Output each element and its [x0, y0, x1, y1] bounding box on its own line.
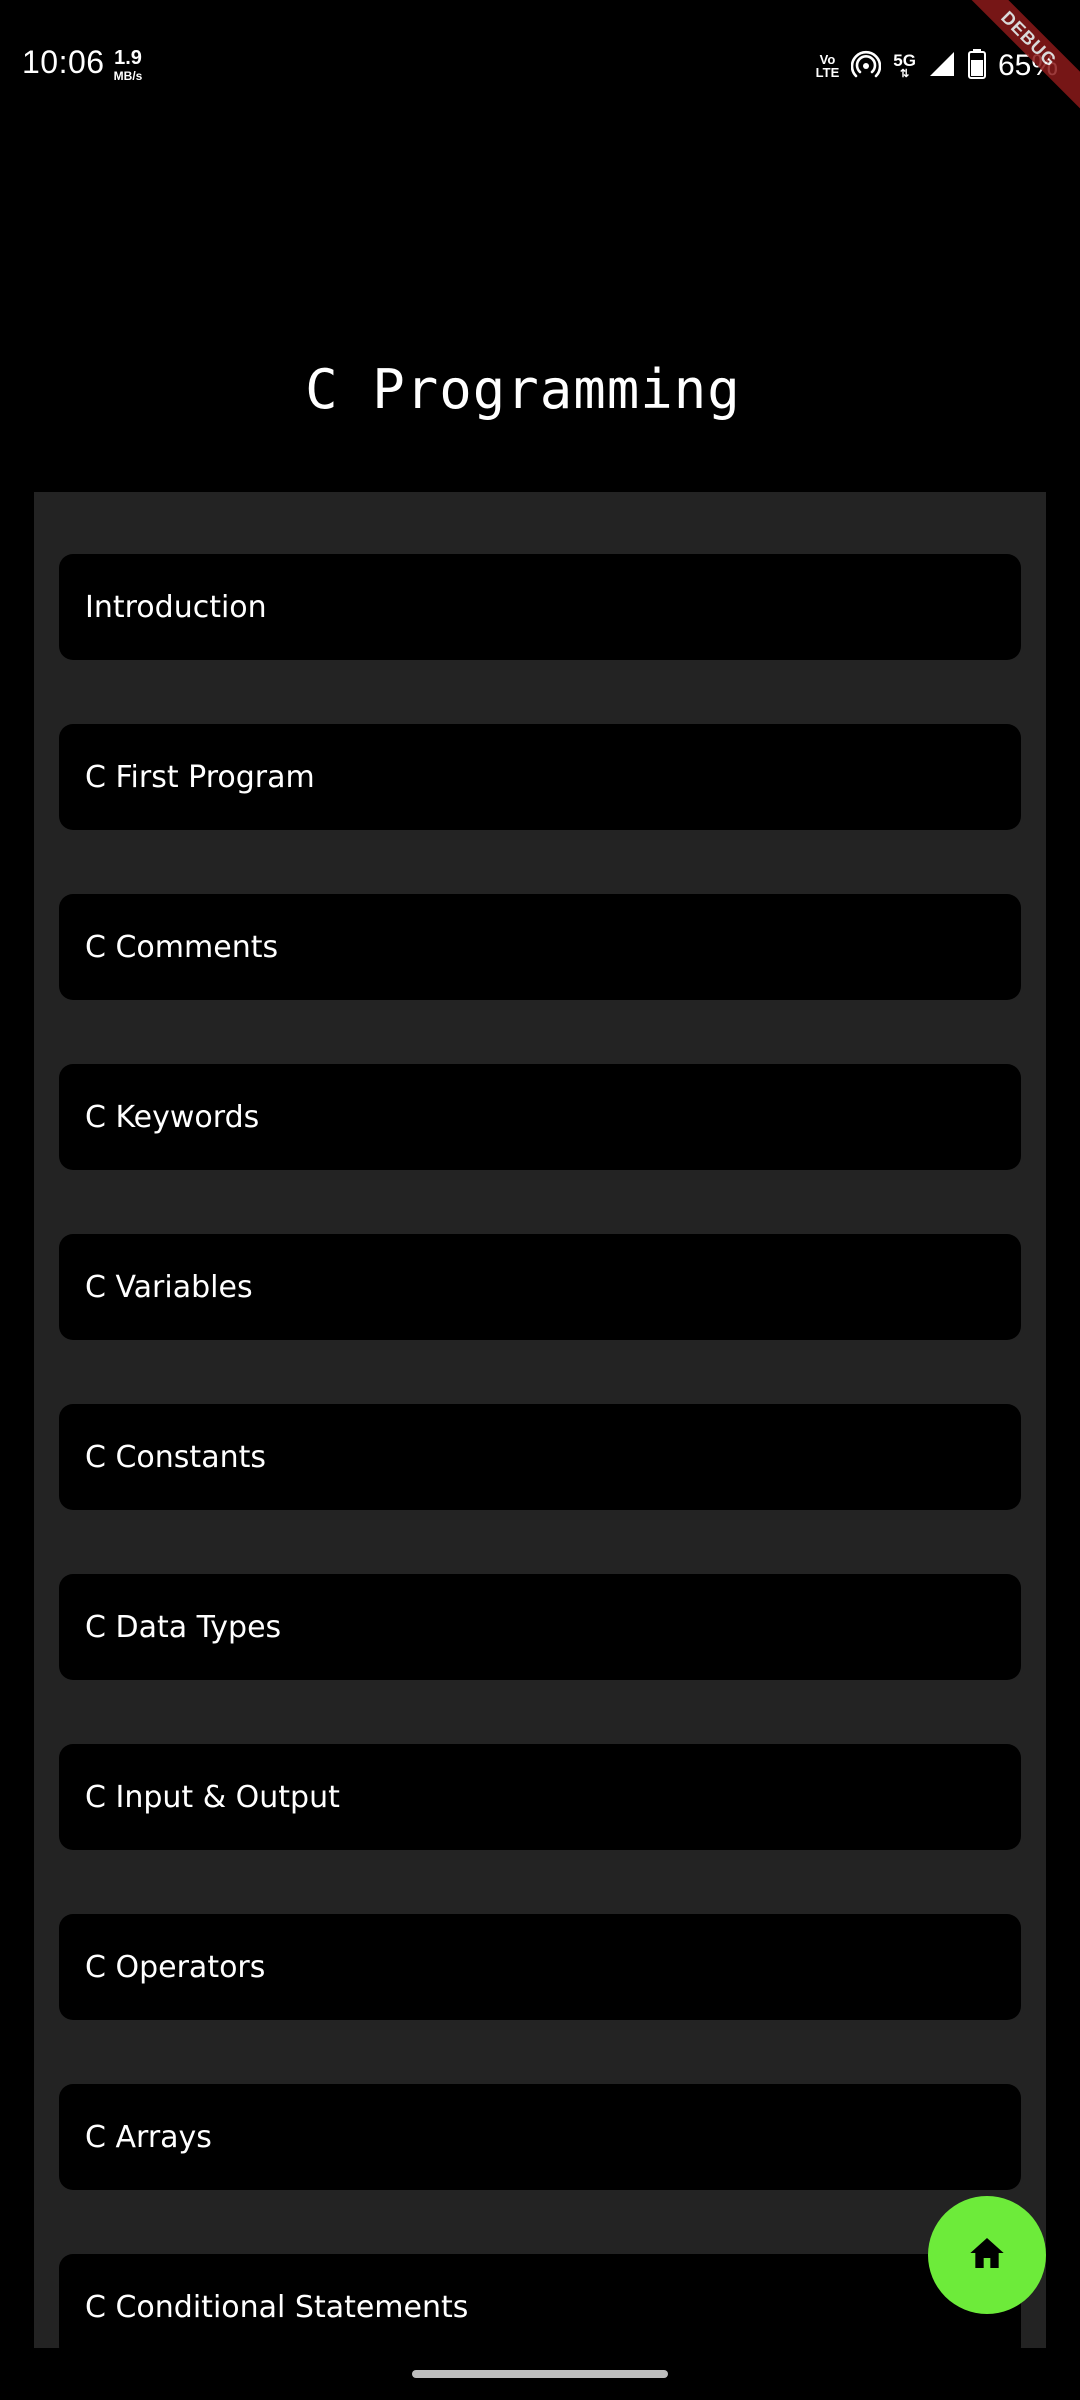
topic-label: C Input & Output	[85, 1779, 340, 1815]
network-type: 5G ⇅	[893, 52, 916, 80]
topic-item-arrays[interactable]: C Arrays	[59, 2084, 1021, 2190]
topic-item-first-program[interactable]: C First Program	[59, 724, 1021, 830]
volte-bottom: LTE	[815, 65, 840, 80]
status-bar: 10:06 1.9 MB/s Vo LTE 5G ⇅ 65%	[0, 0, 1080, 120]
topic-list[interactable]: Introduction C First Program C Comments …	[34, 492, 1046, 2348]
topic-label: Introduction	[85, 589, 267, 625]
data-arrows-icon: ⇅	[900, 68, 910, 80]
hotspot-icon	[851, 49, 882, 83]
topic-label: C Variables	[85, 1269, 253, 1305]
topic-item-introduction[interactable]: Introduction	[59, 554, 1021, 660]
topic-item-operators[interactable]: C Operators	[59, 1914, 1021, 2020]
signal-icon	[928, 50, 956, 82]
status-icons: Vo LTE 5G ⇅ 65%	[816, 46, 1058, 86]
gesture-nav-bar[interactable]	[412, 2370, 668, 2378]
topic-label: C Constants	[85, 1439, 266, 1475]
topic-item-keywords[interactable]: C Keywords	[59, 1064, 1021, 1170]
topic-item-constants[interactable]: C Constants	[59, 1404, 1021, 1510]
topic-label: C Conditional Statements	[85, 2289, 469, 2325]
battery-icon	[967, 49, 986, 83]
topic-item-variables[interactable]: C Variables	[59, 1234, 1021, 1340]
topic-label: C Operators	[85, 1949, 266, 1985]
network-speed-unit: MB/s	[113, 69, 143, 83]
topic-item-conditional-statements[interactable]: C Conditional Statements	[59, 2254, 1021, 2348]
status-time: 10:06	[22, 44, 105, 80]
network-speed: 1.9 MB/s	[108, 48, 148, 82]
topic-label: C Arrays	[85, 2119, 212, 2155]
topic-label: C Data Types	[85, 1609, 282, 1645]
battery-percentage: 65%	[997, 49, 1058, 82]
topic-label: C Comments	[85, 929, 279, 965]
home-icon	[967, 2233, 1007, 2277]
topic-label: C Keywords	[85, 1099, 260, 1135]
network-speed-value: 1.9	[114, 47, 142, 69]
topic-item-comments[interactable]: C Comments	[59, 894, 1021, 1000]
topic-label: C First Program	[85, 759, 315, 795]
home-button[interactable]	[928, 2196, 1046, 2314]
topic-item-input-output[interactable]: C Input & Output	[59, 1744, 1021, 1850]
volte-icon: Vo LTE	[816, 53, 840, 79]
page-title: C Programming	[305, 358, 741, 421]
topic-item-data-types[interactable]: C Data Types	[59, 1574, 1021, 1680]
